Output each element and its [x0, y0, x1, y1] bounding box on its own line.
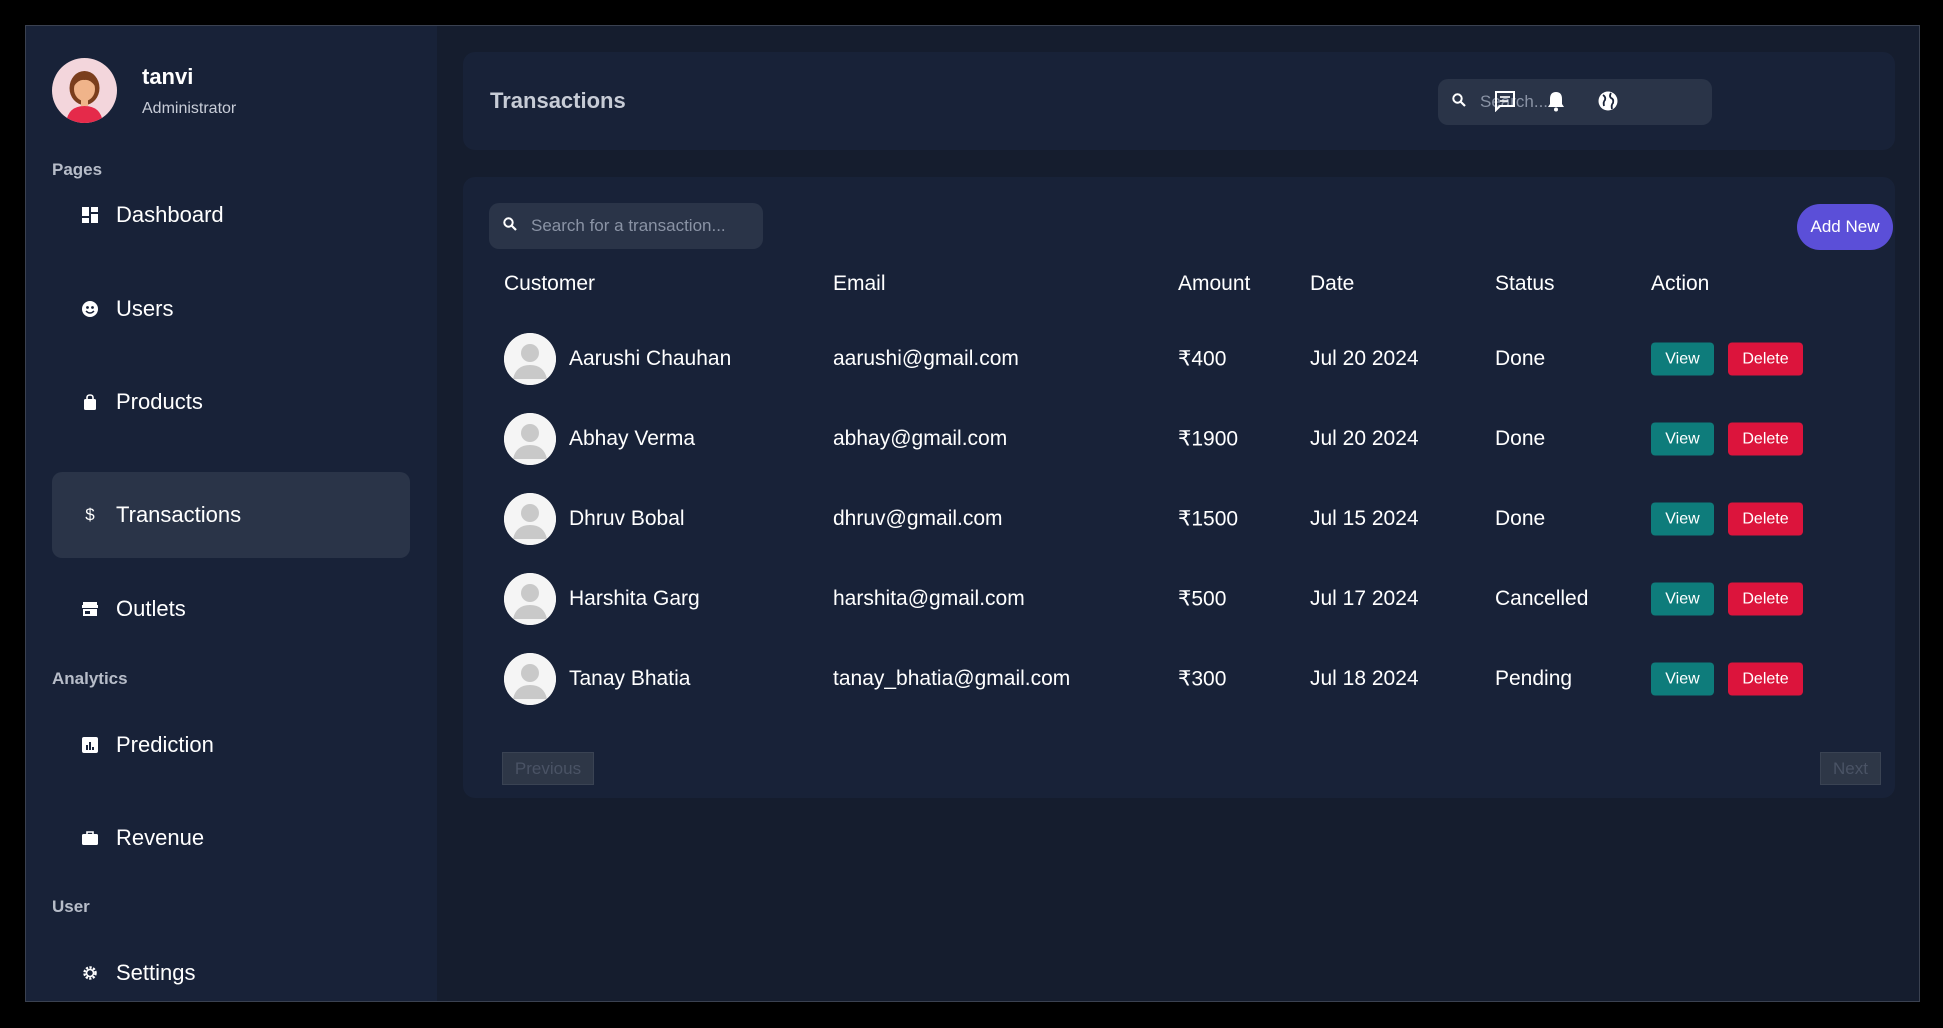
avatar	[52, 58, 117, 123]
sidebar-item-settings[interactable]: Settings	[52, 930, 410, 1001]
sidebar-item-users[interactable]: Users	[52, 266, 410, 352]
avatar	[504, 573, 556, 625]
sidebar-item-label: Transactions	[116, 502, 242, 527]
sidebar-item-label: Prediction	[116, 732, 214, 757]
page-title: Transactions	[490, 88, 626, 113]
transaction-search-input[interactable]	[531, 216, 731, 236]
column-header-customer: Customer	[504, 272, 596, 295]
users-icon	[82, 301, 98, 317]
avatar	[504, 653, 556, 705]
transaction-date: Jul 20 2024	[1310, 427, 1419, 450]
transaction-amount: ₹1900	[1178, 427, 1239, 451]
sidebar-item-revenue[interactable]: Revenue	[52, 795, 410, 881]
table-row: Harshita Garg harshita@gmail.com ₹500 Jul 1…	[463, 559, 1895, 639]
customer-name: Abhay Verma	[569, 427, 696, 450]
sidebar-item-label: Outlets	[116, 596, 186, 621]
profile: tanvi Administrator	[52, 58, 236, 123]
avatar	[504, 413, 556, 465]
view-button[interactable]: View	[1651, 422, 1714, 456]
transaction-date: Jul 15 2024	[1310, 507, 1419, 530]
customer-name: Harshita Garg	[569, 587, 700, 610]
transaction-status: Done	[1495, 347, 1546, 370]
table-row: Tanay Bhatia tanay_bhatia@gmail.com ₹300 Ju…	[463, 639, 1895, 719]
profile-name: tanvi	[142, 63, 194, 89]
table-row: Abhay Verma abhay@gmail.com ₹1900 Jul 20 20…	[463, 399, 1895, 479]
transactions-card: Add New Customer Email Amount Date Statu…	[463, 177, 1895, 798]
profile-role: Administrator	[142, 99, 237, 117]
customer-name: Dhruv Bobal	[569, 507, 685, 530]
transaction-amount: ₹1500	[1178, 507, 1239, 531]
customer-name: Aarushi Chauhan	[569, 347, 732, 370]
sidebar-item-dashboard[interactable]: Dashboard	[52, 172, 410, 258]
app-window: tanvi Administrator Pages Dashboard User…	[25, 25, 1920, 1002]
transaction-status: Done	[1495, 427, 1546, 450]
avatar	[504, 493, 556, 545]
view-button[interactable]: View	[1651, 662, 1714, 696]
customer-name: Tanay Bhatia	[569, 667, 691, 690]
bag-icon	[82, 394, 98, 410]
search-icon	[503, 216, 517, 236]
view-button[interactable]: View	[1651, 582, 1714, 616]
sidebar-item-label: Revenue	[116, 825, 205, 850]
section-label-user: User	[52, 897, 90, 916]
delete-button[interactable]: Delete	[1728, 502, 1803, 536]
transaction-amount: ₹300	[1178, 667, 1227, 691]
column-header-date: Date	[1310, 272, 1355, 295]
previous-button[interactable]: Previous	[502, 752, 594, 785]
column-header-email: Email	[833, 272, 886, 295]
message-icon[interactable]	[1492, 88, 1518, 114]
transaction-date: Jul 17 2024	[1310, 587, 1419, 610]
table-row: Aarushi Chauhan aarushi@gmail.com ₹400 Jul …	[463, 319, 1895, 399]
delete-button[interactable]: Delete	[1728, 422, 1803, 456]
sidebar-item-products[interactable]: Products	[52, 359, 410, 445]
section-label-analytics: Analytics	[52, 669, 128, 688]
dollar-icon: $	[85, 505, 95, 524]
sidebar-item-prediction[interactable]: Prediction	[52, 702, 410, 788]
gear-icon	[82, 965, 98, 981]
delete-button[interactable]: Delete	[1728, 662, 1803, 696]
chart-icon	[82, 737, 98, 753]
transaction-amount: ₹500	[1178, 587, 1227, 611]
column-header-action: Action	[1651, 272, 1710, 295]
sidebar: tanvi Administrator Pages Dashboard User…	[26, 26, 437, 1001]
next-button[interactable]: Next	[1820, 752, 1881, 785]
sidebar-item-label: Products	[116, 389, 203, 414]
delete-button[interactable]: Delete	[1728, 342, 1803, 376]
header-search[interactable]	[1438, 79, 1712, 125]
transaction-status: Done	[1495, 507, 1546, 530]
sidebar-item-transactions[interactable]: $ Transactions	[52, 472, 410, 558]
transaction-status: Cancelled	[1495, 587, 1589, 610]
delete-button[interactable]: Delete	[1728, 582, 1803, 616]
dashboard-icon	[82, 207, 98, 223]
customer-email: dhruv@gmail.com	[833, 507, 1003, 530]
store-icon	[82, 601, 98, 617]
transaction-status: Pending	[1495, 667, 1573, 690]
transaction-amount: ₹400	[1178, 347, 1227, 371]
globe-icon[interactable]	[1595, 88, 1621, 114]
customer-email: harshita@gmail.com	[833, 587, 1025, 610]
table-row: Dhruv Bobal dhruv@gmail.com ₹1500 Jul 15 20…	[463, 479, 1895, 559]
sidebar-item-outlets[interactable]: Outlets	[52, 566, 410, 652]
bell-icon[interactable]	[1543, 88, 1569, 114]
topbar: Transactions	[463, 52, 1895, 150]
avatar	[504, 333, 556, 385]
add-new-button[interactable]: Add New	[1797, 204, 1893, 250]
customer-email: aarushi@gmail.com	[833, 347, 1019, 370]
customer-email: abhay@gmail.com	[833, 427, 1008, 450]
search-icon	[1452, 92, 1466, 112]
view-button[interactable]: View	[1651, 342, 1714, 376]
column-header-status: Status	[1495, 272, 1555, 295]
transaction-search[interactable]	[489, 203, 763, 249]
view-button[interactable]: View	[1651, 502, 1714, 536]
customer-email: tanay_bhatia@gmail.com	[833, 667, 1071, 690]
sidebar-item-label: Users	[116, 296, 174, 321]
briefcase-icon	[82, 830, 98, 846]
transaction-date: Jul 18 2024	[1310, 667, 1419, 690]
column-header-amount: Amount	[1178, 272, 1251, 295]
sidebar-item-label: Dashboard	[116, 202, 224, 227]
transaction-date: Jul 20 2024	[1310, 347, 1419, 370]
sidebar-item-label: Settings	[116, 960, 196, 985]
